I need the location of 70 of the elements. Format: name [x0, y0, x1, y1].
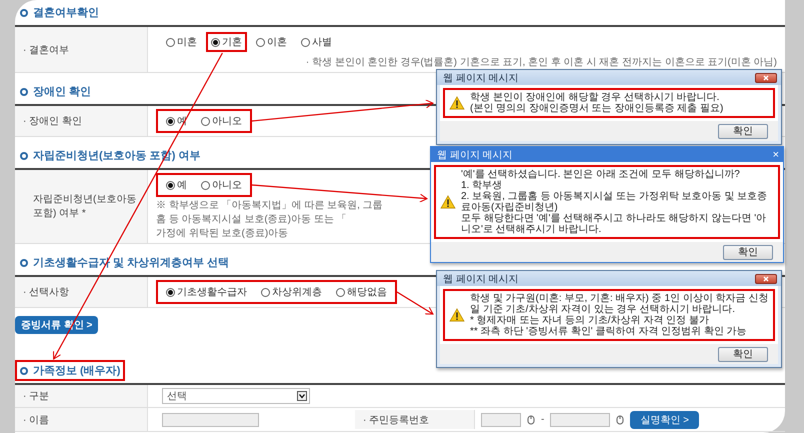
close-icon[interactable]: [755, 72, 777, 82]
radio-label: 사별: [312, 36, 332, 49]
field-label: 자립준비청년(보호아동 포함) 여부 *: [15, 170, 148, 243]
field-label: · 구분: [15, 385, 148, 407]
message-text: ** 좌측 하단 '증빙서류 확인' 클릭하여 자격 인정범위 확인 가능: [470, 326, 748, 337]
radio-label: 예: [177, 179, 187, 192]
radio-label: 기초생활수급자: [177, 286, 247, 299]
radio-label: 기혼: [222, 36, 242, 49]
close-icon[interactable]: [755, 274, 777, 284]
field-label: · 결혼여부: [15, 27, 148, 72]
radio-label: 미혼: [177, 36, 197, 49]
section-title: 가족정보 (배우자): [33, 364, 120, 378]
radio-label: 아니오: [212, 179, 242, 192]
note-text: · 학생 본인이 혼인한 경우(법률혼) 기혼으로 표기, 혼인 후 이혼 시 재혼 전까지는 이혼으로 표기(미혼 아님): [306, 56, 777, 69]
radio-button[interactable]: [166, 38, 175, 46]
id-number-field[interactable]: [550, 412, 610, 426]
ok-button[interactable]: 확인: [718, 346, 768, 362]
circle-bullet-icon: [20, 8, 28, 16]
radio-button[interactable]: [261, 288, 270, 296]
note-text: ※ 학부생으로 「아동복지법」에 따른 보육원, 그룹홈 등 아동복지시설 보호(종료)아동 또는 「: [156, 198, 384, 226]
radio-button[interactable]: [166, 180, 175, 190]
message-text: 모두 해당한다면 '예'를 선택해주시고 하나라도 해당하지 않는다면 '아니오'로 선택해주시기 바랍니다.: [461, 213, 768, 235]
radio-button[interactable]: [211, 38, 220, 46]
circle-bullet-icon: [20, 258, 28, 266]
radio-button[interactable]: [201, 180, 210, 190]
radio-button[interactable]: [256, 38, 265, 46]
radio-label: 차상위계층: [272, 286, 322, 299]
section-title: 장애인 확인: [33, 85, 92, 99]
ok-button[interactable]: 확인: [723, 244, 773, 260]
radio-button[interactable]: [166, 116, 175, 126]
radio-button[interactable]: [166, 288, 175, 296]
name-input-field[interactable]: [162, 412, 259, 426]
field-label: · 선택사항: [15, 277, 148, 307]
radio-button[interactable]: [201, 116, 210, 126]
dropdown[interactable]: 선택: [162, 388, 310, 404]
section-title: 결혼여부확인: [33, 6, 99, 20]
message-text: (본인 명의의 장애인증명서 또는 장애인등록증 제출 필요): [470, 103, 724, 114]
verify-button[interactable]: 실명확인 >: [630, 410, 699, 428]
warning-icon: [449, 96, 465, 110]
mouse-icon: [616, 414, 624, 424]
field-label: · 주민등록번호: [355, 410, 475, 429]
message-text: 1. 학부생: [461, 180, 504, 191]
circle-bullet-icon: [20, 88, 28, 96]
mouse-icon: [527, 414, 535, 424]
dialog-title: 웹 페이지 메시지: [443, 272, 519, 286]
message-text: 2. 보육원, 그룹홈 등 아동복지시설 또는 가정위탁 보호아동 및 보호종료아동(자립준비청년): [461, 191, 768, 213]
warning-icon: [440, 195, 456, 209]
field-label: · 이름: [15, 408, 148, 431]
close-button[interactable]: ×: [772, 148, 779, 160]
message-text: * 형제자매 또는 자녀 등의 기초/차상위 자격 인정 불가: [470, 315, 710, 326]
message-text: 학생 본인이 장애인에 해당할 경우 선택하시기 바랍니다.: [470, 92, 720, 103]
message-text: 학생 및 가구원(미혼: 부모, 기혼: 배우자) 중 1인 이상이 학자금 신청일 기준 기초/차상위 자격이 있는 경우 선택하시기 바랍니다.: [470, 293, 769, 315]
radio-button[interactable]: [301, 38, 310, 46]
radio-button[interactable]: [336, 288, 345, 296]
radio-label: 해당없음: [347, 286, 387, 299]
dropdown-arrow-icon: [297, 391, 307, 401]
field-label: · 장애인 확인: [15, 106, 148, 136]
circle-bullet-icon: [20, 366, 28, 374]
note-text: 가정에 위탁된 보호(종료)아동: [156, 227, 290, 240]
dropdown-value: 선택: [167, 390, 187, 403]
message-text: '예'를 선택하셨습니다. 본인은 아래 조건에 모두 해당하십니까?: [461, 169, 741, 180]
circle-bullet-icon: [20, 152, 28, 160]
dialog-title: 웹 페이지 메시지: [437, 148, 513, 162]
id-number-field[interactable]: [481, 412, 521, 426]
ok-button[interactable]: 확인: [718, 124, 768, 138]
dialog-title: 웹 페이지 메시지: [443, 72, 519, 84]
radio-label: 이혼: [267, 36, 287, 49]
warning-icon: [449, 308, 465, 322]
separator-text: -: [541, 414, 544, 425]
radio-label: 아니오: [212, 115, 242, 128]
